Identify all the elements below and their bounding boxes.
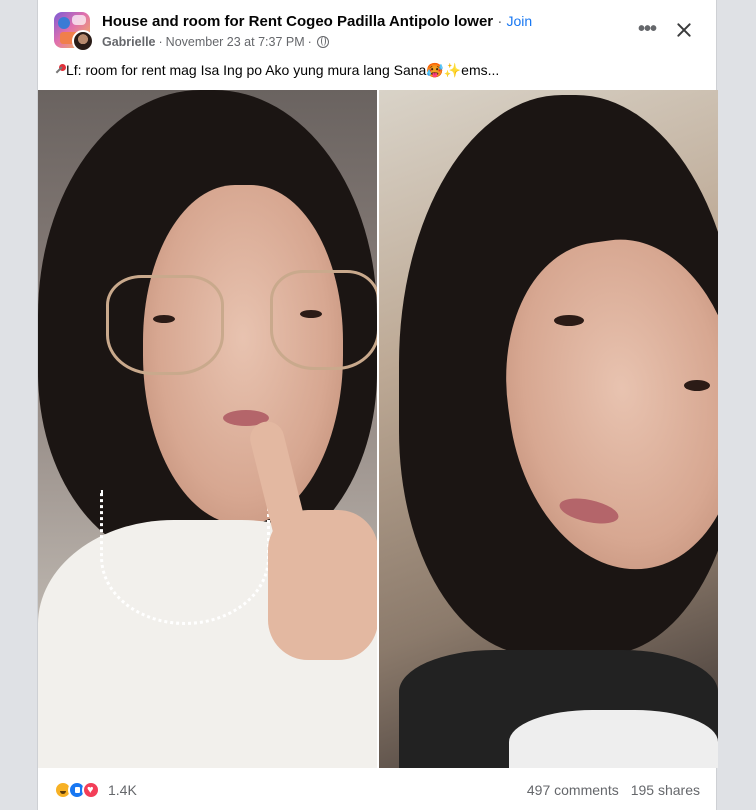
photo-left-necklace bbox=[100, 490, 270, 625]
post-stats: 497 comments 195 shares bbox=[527, 782, 700, 798]
separator-dot: · bbox=[307, 35, 312, 49]
reaction-count: 1.4K bbox=[108, 782, 137, 798]
globe-icon bbox=[316, 36, 329, 48]
separator-dot: · bbox=[158, 35, 163, 49]
author-name-link[interactable]: Gabrielle bbox=[102, 35, 156, 49]
reactions-summary[interactable]: 1.4K bbox=[54, 780, 137, 800]
photo-grid bbox=[38, 90, 718, 768]
photo-right[interactable] bbox=[379, 90, 718, 768]
photo-left-glasses bbox=[106, 275, 224, 375]
photo-left-eye bbox=[153, 315, 175, 323]
post-footer: 1.4K 497 comments 195 shares bbox=[38, 768, 716, 810]
group-name-link[interactable]: House and room for Rent Cogeo Padilla An… bbox=[102, 13, 493, 30]
comments-count-link[interactable]: 497 comments bbox=[527, 782, 619, 798]
love-icon bbox=[82, 781, 100, 799]
photo-left[interactable] bbox=[38, 90, 377, 768]
photo-right-shirt bbox=[509, 710, 718, 768]
post-card: House and room for Rent Cogeo Padilla An… bbox=[37, 0, 718, 810]
photo-right-eye bbox=[554, 315, 584, 326]
separator-dot: · bbox=[497, 13, 503, 30]
author-avatar[interactable] bbox=[72, 30, 94, 52]
pin-icon bbox=[54, 64, 66, 76]
post-header: House and room for Rent Cogeo Padilla An… bbox=[38, 0, 716, 60]
more-icon[interactable]: ••• bbox=[632, 18, 662, 42]
photo-left-glasses bbox=[270, 270, 377, 370]
photo-right-eye bbox=[684, 380, 710, 391]
photo-left-hand bbox=[268, 510, 377, 660]
group-avatar-art bbox=[72, 15, 86, 25]
photo-left-eye bbox=[300, 310, 322, 318]
group-avatar-art bbox=[58, 17, 70, 29]
post-meta: Gabrielle · November 23 at 7:37 PM · bbox=[102, 35, 329, 49]
shares-count-link[interactable]: 195 shares bbox=[631, 782, 700, 798]
post-text: Lf: room for rent mag Isa Ing po Ako yun… bbox=[54, 60, 704, 80]
post-title-line: House and room for Rent Cogeo Padilla An… bbox=[102, 13, 532, 30]
join-button[interactable]: Join bbox=[506, 13, 532, 29]
close-icon[interactable] bbox=[670, 16, 698, 44]
post-timestamp-link[interactable]: November 23 at 7:37 PM bbox=[166, 35, 305, 49]
post-text-body: Lf: room for rent mag Isa Ing po Ako yun… bbox=[66, 62, 500, 78]
